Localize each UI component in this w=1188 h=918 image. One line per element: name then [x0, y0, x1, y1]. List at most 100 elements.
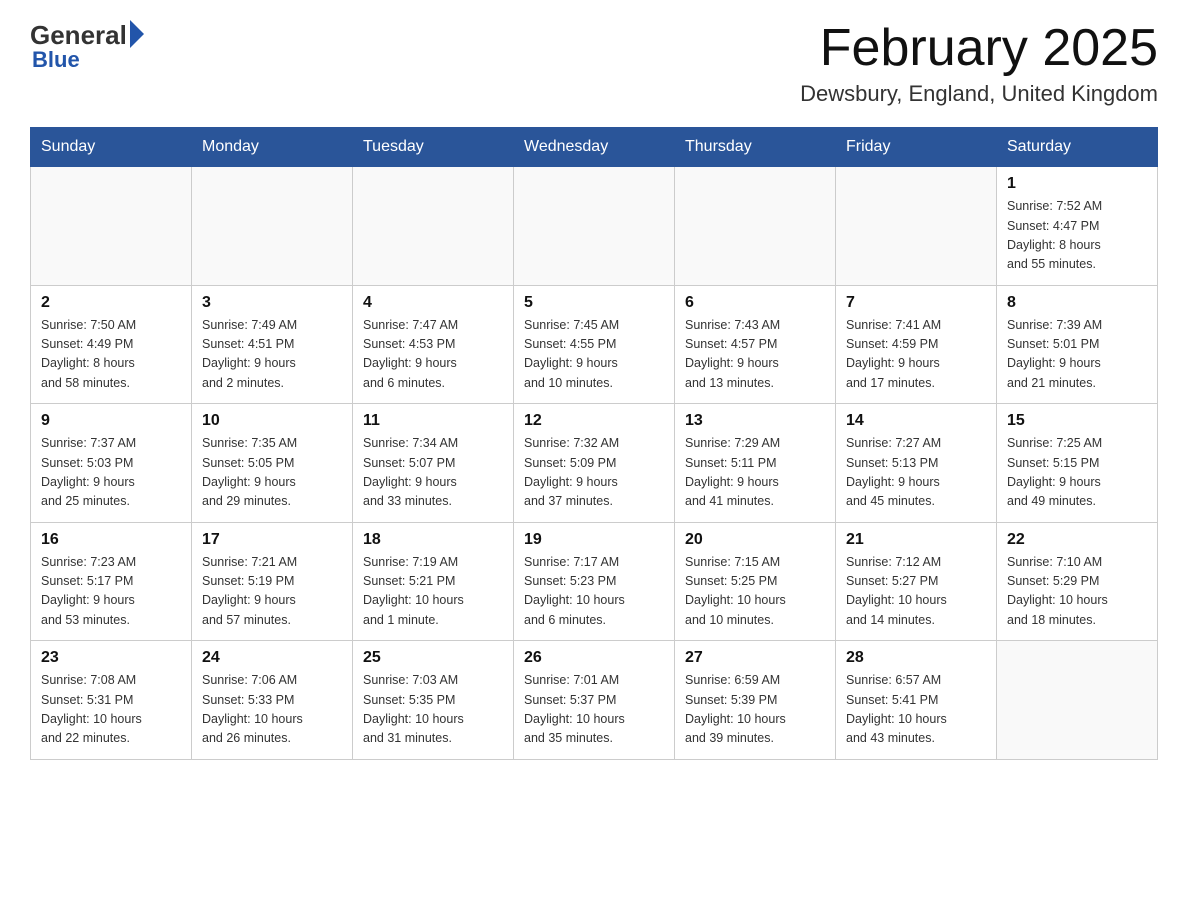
- calendar-cell: 3 Sunrise: 7:49 AMSunset: 4:51 PMDaylight…: [192, 285, 353, 404]
- logo: General Blue: [30, 20, 144, 73]
- weekday-header-sunday: Sunday: [31, 128, 192, 167]
- day-info: Sunrise: 7:17 AMSunset: 5:23 PMDaylight:…: [524, 553, 664, 631]
- day-number: 28: [846, 649, 986, 667]
- calendar-cell: 18 Sunrise: 7:19 AMSunset: 5:21 PMDayligh…: [353, 522, 514, 641]
- calendar-table: SundayMondayTuesdayWednesdayThursdayFrid…: [30, 127, 1158, 760]
- day-info: Sunrise: 7:19 AMSunset: 5:21 PMDaylight:…: [363, 553, 503, 631]
- calendar-cell: 25Sunrise: 7:03 AMSunset: 5:35 PMDayligh…: [353, 641, 514, 760]
- calendar-cell: 6 Sunrise: 7:43 AMSunset: 4:57 PMDaylight…: [675, 285, 836, 404]
- day-number: 2: [41, 294, 181, 312]
- day-info: Sunrise: 7:43 AMSunset: 4:57 PMDaylight:…: [685, 316, 825, 394]
- day-info: Sunrise: 7:08 AMSunset: 5:31 PMDaylight:…: [41, 671, 181, 749]
- day-number: 9: [41, 412, 181, 430]
- calendar-cell: 1 Sunrise: 7:52 AMSunset: 4:47 PMDaylight…: [997, 167, 1158, 286]
- calendar-cell: [675, 167, 836, 286]
- calendar-cell: 22 Sunrise: 7:10 AMSunset: 5:29 PMDayligh…: [997, 522, 1158, 641]
- calendar-week-row: 1 Sunrise: 7:52 AMSunset: 4:47 PMDaylight…: [31, 167, 1158, 286]
- day-info: Sunrise: 7:37 AMSunset: 5:03 PMDaylight:…: [41, 434, 181, 512]
- location-text: Dewsbury, England, United Kingdom: [800, 81, 1158, 107]
- day-info: Sunrise: 7:12 AMSunset: 5:27 PMDaylight:…: [846, 553, 986, 631]
- day-info: Sunrise: 7:27 AMSunset: 5:13 PMDaylight:…: [846, 434, 986, 512]
- calendar-cell: [836, 167, 997, 286]
- calendar-cell: 23 Sunrise: 7:08 AMSunset: 5:31 PMDayligh…: [31, 641, 192, 760]
- day-number: 12: [524, 412, 664, 430]
- day-info: Sunrise: 7:21 AMSunset: 5:19 PMDaylight:…: [202, 553, 342, 631]
- weekday-header-thursday: Thursday: [675, 128, 836, 167]
- day-number: 8: [1007, 294, 1147, 312]
- calendar-cell: 5Sunrise: 7:45 AMSunset: 4:55 PMDaylight…: [514, 285, 675, 404]
- day-number: 16: [41, 531, 181, 549]
- day-number: 1: [1007, 175, 1147, 193]
- calendar-cell: 21Sunrise: 7:12 AMSunset: 5:27 PMDayligh…: [836, 522, 997, 641]
- calendar-cell: 27 Sunrise: 6:59 AMSunset: 5:39 PMDayligh…: [675, 641, 836, 760]
- day-info: Sunrise: 7:06 AMSunset: 5:33 PMDaylight:…: [202, 671, 342, 749]
- day-number: 13: [685, 412, 825, 430]
- day-info: Sunrise: 7:49 AMSunset: 4:51 PMDaylight:…: [202, 316, 342, 394]
- weekday-header-wednesday: Wednesday: [514, 128, 675, 167]
- day-number: 10: [202, 412, 342, 430]
- day-number: 3: [202, 294, 342, 312]
- day-number: 14: [846, 412, 986, 430]
- calendar-cell: 28 Sunrise: 6:57 AMSunset: 5:41 PMDayligh…: [836, 641, 997, 760]
- day-info: Sunrise: 7:50 AMSunset: 4:49 PMDaylight:…: [41, 316, 181, 394]
- day-info: Sunrise: 7:29 AMSunset: 5:11 PMDaylight:…: [685, 434, 825, 512]
- calendar-week-row: 9 Sunrise: 7:37 AMSunset: 5:03 PMDaylight…: [31, 404, 1158, 523]
- day-info: Sunrise: 7:34 AMSunset: 5:07 PMDaylight:…: [363, 434, 503, 512]
- calendar-cell: 20 Sunrise: 7:15 AMSunset: 5:25 PMDayligh…: [675, 522, 836, 641]
- day-number: 15: [1007, 412, 1147, 430]
- day-number: 18: [363, 531, 503, 549]
- calendar-cell: 2 Sunrise: 7:50 AMSunset: 4:49 PMDaylight…: [31, 285, 192, 404]
- day-number: 23: [41, 649, 181, 667]
- day-info: Sunrise: 7:25 AMSunset: 5:15 PMDaylight:…: [1007, 434, 1147, 512]
- calendar-cell: 26 Sunrise: 7:01 AMSunset: 5:37 PMDayligh…: [514, 641, 675, 760]
- day-number: 27: [685, 649, 825, 667]
- day-number: 6: [685, 294, 825, 312]
- day-number: 4: [363, 294, 503, 312]
- day-info: Sunrise: 7:32 AMSunset: 5:09 PMDaylight:…: [524, 434, 664, 512]
- calendar-cell: [192, 167, 353, 286]
- weekday-header-friday: Friday: [836, 128, 997, 167]
- day-number: 26: [524, 649, 664, 667]
- calendar-cell: [353, 167, 514, 286]
- month-title: February 2025: [800, 20, 1158, 77]
- calendar-week-row: 16 Sunrise: 7:23 AMSunset: 5:17 PMDayligh…: [31, 522, 1158, 641]
- day-info: Sunrise: 7:39 AMSunset: 5:01 PMDaylight:…: [1007, 316, 1147, 394]
- day-number: 11: [363, 412, 503, 430]
- calendar-cell: 4Sunrise: 7:47 AMSunset: 4:53 PMDaylight…: [353, 285, 514, 404]
- weekday-header-monday: Monday: [192, 128, 353, 167]
- calendar-cell: 13 Sunrise: 7:29 AMSunset: 5:11 PMDayligh…: [675, 404, 836, 523]
- calendar-week-row: 23 Sunrise: 7:08 AMSunset: 5:31 PMDayligh…: [31, 641, 1158, 760]
- day-number: 24: [202, 649, 342, 667]
- day-info: Sunrise: 7:52 AMSunset: 4:47 PMDaylight:…: [1007, 197, 1147, 275]
- day-info: Sunrise: 7:35 AMSunset: 5:05 PMDaylight:…: [202, 434, 342, 512]
- calendar-cell: 7Sunrise: 7:41 AMSunset: 4:59 PMDaylight…: [836, 285, 997, 404]
- calendar-cell: 24 Sunrise: 7:06 AMSunset: 5:33 PMDayligh…: [192, 641, 353, 760]
- day-info: Sunrise: 7:41 AMSunset: 4:59 PMDaylight:…: [846, 316, 986, 394]
- calendar-cell: 15 Sunrise: 7:25 AMSunset: 5:15 PMDayligh…: [997, 404, 1158, 523]
- day-info: Sunrise: 6:57 AMSunset: 5:41 PMDaylight:…: [846, 671, 986, 749]
- weekday-header-saturday: Saturday: [997, 128, 1158, 167]
- day-number: 22: [1007, 531, 1147, 549]
- weekday-header-row: SundayMondayTuesdayWednesdayThursdayFrid…: [31, 128, 1158, 167]
- day-info: Sunrise: 7:45 AMSunset: 4:55 PMDaylight:…: [524, 316, 664, 394]
- day-info: Sunrise: 6:59 AMSunset: 5:39 PMDaylight:…: [685, 671, 825, 749]
- calendar-cell: 10 Sunrise: 7:35 AMSunset: 5:05 PMDayligh…: [192, 404, 353, 523]
- calendar-cell: 12 Sunrise: 7:32 AMSunset: 5:09 PMDayligh…: [514, 404, 675, 523]
- logo-blue-text: Blue: [32, 47, 80, 73]
- calendar-cell: 9 Sunrise: 7:37 AMSunset: 5:03 PMDaylight…: [31, 404, 192, 523]
- calendar-cell: 17Sunrise: 7:21 AMSunset: 5:19 PMDayligh…: [192, 522, 353, 641]
- calendar-cell: 11 Sunrise: 7:34 AMSunset: 5:07 PMDayligh…: [353, 404, 514, 523]
- day-number: 25: [363, 649, 503, 667]
- calendar-cell: 19Sunrise: 7:17 AMSunset: 5:23 PMDayligh…: [514, 522, 675, 641]
- day-info: Sunrise: 7:10 AMSunset: 5:29 PMDaylight:…: [1007, 553, 1147, 631]
- calendar-cell: 8 Sunrise: 7:39 AMSunset: 5:01 PMDaylight…: [997, 285, 1158, 404]
- day-number: 20: [685, 531, 825, 549]
- day-info: Sunrise: 7:01 AMSunset: 5:37 PMDaylight:…: [524, 671, 664, 749]
- calendar-cell: [514, 167, 675, 286]
- weekday-header-tuesday: Tuesday: [353, 128, 514, 167]
- title-area: February 2025 Dewsbury, England, United …: [800, 20, 1158, 107]
- day-info: Sunrise: 7:15 AMSunset: 5:25 PMDaylight:…: [685, 553, 825, 631]
- calendar-week-row: 2 Sunrise: 7:50 AMSunset: 4:49 PMDaylight…: [31, 285, 1158, 404]
- day-info: Sunrise: 7:23 AMSunset: 5:17 PMDaylight:…: [41, 553, 181, 631]
- logo-triangle-icon: [130, 20, 144, 48]
